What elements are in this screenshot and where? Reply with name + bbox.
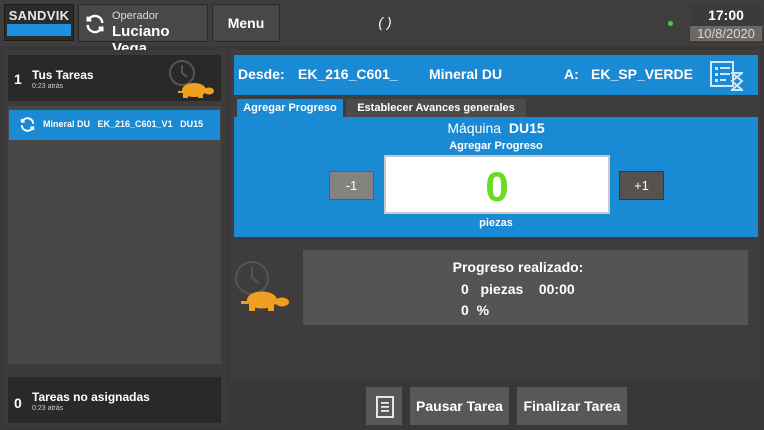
brand-logo: SANDVIK <box>4 4 74 41</box>
done-time: 00:00 <box>538 281 575 297</box>
progress-counter[interactable]: 0 <box>384 155 610 214</box>
counter-unit: piezas <box>479 217 513 229</box>
sync-icon <box>20 117 35 132</box>
machine-value: DU15 <box>508 120 545 136</box>
brand-bar <box>7 24 71 36</box>
from-label: Desde: <box>238 66 285 82</box>
clock: 17:00 10/8/2020 <box>690 4 762 44</box>
unassigned-tasks[interactable]: 0 Tareas no asignadas 0:23 atrás <box>8 377 221 423</box>
pause-task-button[interactable]: Pausar Tarea <box>409 386 510 426</box>
counter-value: 0 <box>485 163 509 210</box>
turtle-icon <box>178 83 214 98</box>
task-list <box>8 106 221 364</box>
machine-row: Máquina DU15 <box>234 120 758 136</box>
tasks-ago: 0:23 atrás <box>32 83 64 90</box>
clock-date: 10/8/2020 <box>690 26 762 41</box>
unassigned-count: 0 <box>14 395 22 411</box>
done-percent-value: 0 <box>461 302 469 318</box>
tab-add-progress[interactable]: Agregar Progreso <box>237 99 343 117</box>
to-label: A: <box>564 66 579 82</box>
material-name: Mineral DU <box>429 66 503 82</box>
progress-done-percent: 0 % <box>461 302 489 318</box>
document-button[interactable] <box>365 386 403 426</box>
finish-task-button[interactable]: Finalizar Tarea <box>516 386 628 426</box>
unassigned-title: Tareas no asignadas <box>32 390 150 404</box>
machine-label: Máquina <box>447 120 502 136</box>
tasks-count: 1 <box>14 71 22 87</box>
menu-button[interactable]: Menu <box>212 4 280 42</box>
increment-button[interactable]: +1 <box>619 171 664 200</box>
task-list-item[interactable]: Mineral DU EK_216_C601_V1 DU15 <box>9 110 220 140</box>
brand-name: SANDVIK <box>8 8 70 23</box>
progress-done-title: Progreso realizado: <box>452 259 584 275</box>
route-bar: Desde: EK_216_C601_ Mineral DU A: EK_SP_… <box>234 55 758 95</box>
document-icon <box>376 396 394 418</box>
unassigned-ago: 0:23 atrás <box>32 405 64 412</box>
decrement-button[interactable]: -1 <box>329 171 374 200</box>
done-pieces-unit: piezas <box>480 281 524 297</box>
sync-icon <box>86 14 104 34</box>
tasks-title: Tus Tareas <box>32 68 94 82</box>
tab-overall-progress[interactable]: Establecer Avances generales <box>346 99 526 117</box>
task-list-timer-icon[interactable] <box>709 59 747 91</box>
done-percent-unit: % <box>476 302 490 318</box>
task-item-label: Mineral DU EK_216_C601_V1 DU15 <box>43 119 204 129</box>
operator-label: Operador <box>112 10 159 22</box>
signal-indicator <box>630 16 673 28</box>
add-progress-title: Agregar Progreso <box>449 140 543 152</box>
operator-button[interactable]: Operador Luciano Vega <box>78 4 208 57</box>
clock-time: 17:00 <box>708 7 744 23</box>
status-dot-icon <box>668 21 673 26</box>
to-value: EK_SP_VERDE <box>591 66 693 82</box>
from-value: EK_216_C601_ <box>298 66 398 82</box>
done-pieces-value: 0 <box>461 281 469 297</box>
your-tasks-header[interactable]: 1 Tus Tareas 0:23 atrás <box>8 55 221 101</box>
turtle-icon <box>241 291 289 311</box>
progress-done-pieces: 0 piezas 00:00 <box>461 281 575 297</box>
status-text: ( ) <box>378 14 392 30</box>
